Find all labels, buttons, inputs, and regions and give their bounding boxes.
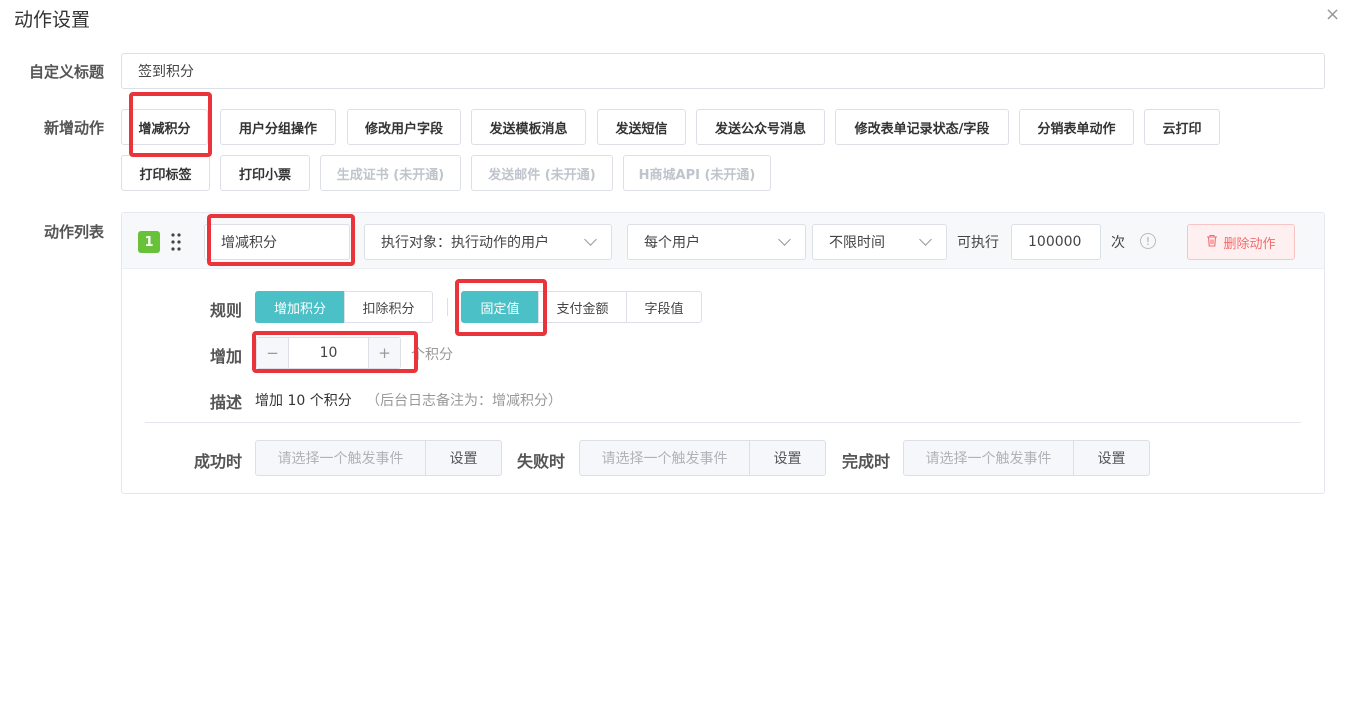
- chevron-down-icon: [919, 233, 932, 246]
- custom-title-input[interactable]: 签到积分: [121, 53, 1325, 89]
- action-list-label: 动作列表: [44, 223, 105, 241]
- complete-trigger-select[interactable]: 请选择一个触发事件: [904, 441, 1074, 475]
- payment-amount-option[interactable]: 支付金额: [538, 291, 627, 323]
- print-receipt-button[interactable]: 打印小票: [220, 155, 310, 191]
- print-label-button[interactable]: 打印标签: [121, 155, 210, 191]
- minus-icon[interactable]: −: [257, 338, 289, 368]
- description-note: （后台日志备注为：增减积分）: [366, 393, 562, 409]
- plus-icon[interactable]: +: [368, 338, 400, 368]
- exec-suffix-label: 次: [1111, 235, 1125, 251]
- complete-set-button[interactable]: 设置: [1074, 441, 1149, 475]
- custom-title-label: 自定义标题: [29, 63, 105, 81]
- success-trigger-select[interactable]: 请选择一个触发事件: [256, 441, 426, 475]
- new-action-label: 新增动作: [44, 119, 105, 137]
- chevron-down-icon: [584, 233, 597, 246]
- success-label: 成功时: [194, 452, 243, 471]
- fixed-value-option[interactable]: 固定值: [461, 291, 539, 323]
- close-icon[interactable]: ×: [1325, 4, 1340, 25]
- increase-label: 增加: [210, 347, 243, 366]
- generate-certificate-button: 生成证书 (未开通): [320, 155, 461, 191]
- complete-trigger: 请选择一个触发事件 设置: [903, 440, 1150, 476]
- fail-set-button[interactable]: 设置: [750, 441, 825, 475]
- rule-toggle-group: 增加积分 扣除积分: [255, 291, 433, 323]
- deduct-points-option[interactable]: 扣除积分: [344, 291, 433, 323]
- edit-user-field-action-button[interactable]: 修改用户字段: [347, 109, 461, 145]
- send-official-account-message-button[interactable]: 发送公众号消息: [696, 109, 825, 145]
- exec-count-input[interactable]: 100000: [1011, 224, 1101, 260]
- cloud-print-button[interactable]: 云打印: [1144, 109, 1220, 145]
- distribution-form-action-button[interactable]: 分销表单动作: [1019, 109, 1134, 145]
- fail-trigger-select[interactable]: 请选择一个触发事件: [580, 441, 750, 475]
- info-icon[interactable]: !: [1140, 233, 1156, 249]
- fail-label: 失败时: [517, 452, 566, 471]
- success-trigger: 请选择一个触发事件 设置: [255, 440, 502, 476]
- description-text: 增加 10 个积分: [255, 393, 352, 409]
- divider: [145, 422, 1301, 423]
- scope-select[interactable]: 每个用户: [627, 224, 806, 260]
- add-points-option[interactable]: 增加积分: [255, 291, 345, 323]
- complete-label: 完成时: [842, 452, 891, 471]
- trash-icon: [1206, 234, 1218, 251]
- quantity-value[interactable]: 10: [289, 338, 368, 368]
- action-buttons-row1: 增减积分 用户分组操作 修改用户字段 发送模板消息 发送短信 发送公众号消息 修…: [121, 109, 1231, 145]
- action-index-badge: 1: [138, 231, 160, 253]
- unit-label: 个积分: [411, 347, 453, 363]
- exec-prefix-label: 可执行: [957, 235, 999, 251]
- send-email-button: 发送邮件 (未开通): [471, 155, 613, 191]
- send-template-message-button[interactable]: 发送模板消息: [471, 109, 586, 145]
- description-label: 描述: [210, 393, 243, 412]
- divider: [447, 298, 448, 316]
- target-select[interactable]: 执行对象：执行动作的用户: [364, 224, 612, 260]
- add-points-action-button[interactable]: 增减积分: [121, 109, 208, 145]
- dialog-title: 动作设置: [14, 9, 91, 31]
- delete-action-label: 删除动作: [1223, 236, 1276, 252]
- send-sms-button[interactable]: 发送短信: [597, 109, 686, 145]
- time-select-value: 不限时间: [829, 235, 885, 251]
- success-set-button[interactable]: 设置: [426, 441, 501, 475]
- action-name-input[interactable]: 增减积分: [204, 224, 350, 260]
- fail-trigger: 请选择一个触发事件 设置: [579, 440, 826, 476]
- rule-label: 规则: [210, 301, 243, 320]
- time-select[interactable]: 不限时间: [812, 224, 947, 260]
- edit-form-record-button[interactable]: 修改表单记录状态/字段: [835, 109, 1009, 145]
- value-type-group: 固定值 支付金额 字段值: [461, 291, 702, 323]
- chevron-down-icon: [778, 233, 791, 246]
- delete-action-button[interactable]: 删除动作: [1187, 224, 1295, 260]
- target-select-value: 执行对象：执行动作的用户: [381, 235, 549, 251]
- user-group-action-button[interactable]: 用户分组操作: [220, 109, 336, 145]
- drag-handle-icon[interactable]: [170, 231, 182, 253]
- action-buttons-row2: 打印标签 打印小票 生成证书 (未开通) 发送邮件 (未开通) H商城API (…: [121, 155, 781, 191]
- h-mall-api-button: H商城API (未开通): [623, 155, 771, 191]
- quantity-stepper: − 10 +: [256, 337, 401, 369]
- field-value-option[interactable]: 字段值: [626, 291, 702, 323]
- scope-select-value: 每个用户: [644, 235, 700, 251]
